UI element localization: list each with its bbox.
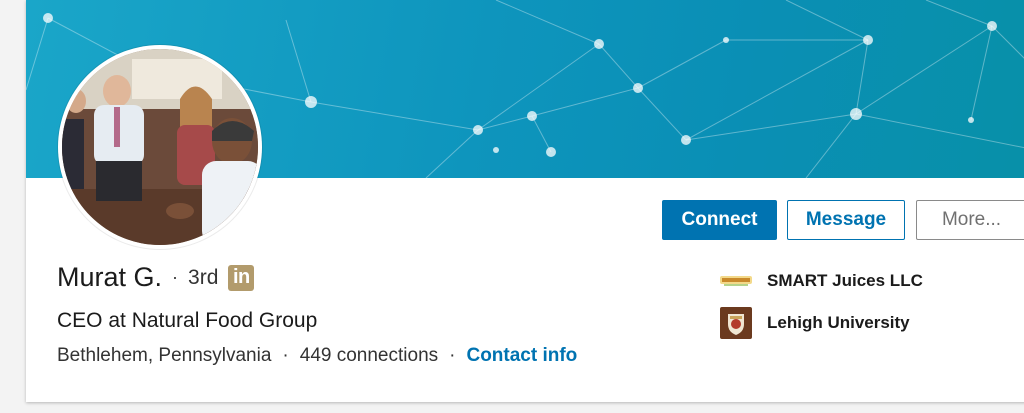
org-name: Lehigh University bbox=[767, 313, 910, 332]
profile-location: Bethlehem, Pennsylvania bbox=[57, 345, 272, 366]
connect-button[interactable]: Connect bbox=[662, 200, 777, 240]
more-button[interactable]: More... bbox=[916, 200, 1024, 240]
org-item-school[interactable]: Lehigh University bbox=[720, 307, 910, 339]
contact-info-link[interactable]: Contact info bbox=[466, 345, 577, 367]
org-item-company[interactable]: SMART Juices LLC bbox=[720, 265, 923, 297]
meta-separator: · bbox=[282, 345, 289, 366]
profile-name: Murat G. bbox=[57, 262, 163, 292]
message-button[interactable]: Message bbox=[787, 200, 905, 240]
linkedin-premium-icon: in bbox=[228, 264, 255, 291]
lehigh-university-crest-icon bbox=[720, 307, 752, 339]
profile-headline: CEO at Natural Food Group bbox=[57, 309, 318, 332]
profile-meta: Bethlehem, Pennsylvania · 449 connection… bbox=[57, 345, 577, 367]
org-name: SMART Juices LLC bbox=[767, 271, 923, 290]
profile-photo bbox=[62, 49, 258, 245]
meta-separator: · bbox=[449, 345, 456, 366]
name-row: Murat G. · 3rd in bbox=[57, 262, 255, 293]
profile-card: Connect Message More... Murat G. · 3rd i… bbox=[26, 0, 1024, 402]
connections-count: 449 connections bbox=[299, 345, 439, 366]
connection-degree: 3rd bbox=[188, 265, 219, 289]
name-separator: · bbox=[172, 267, 179, 287]
avatar[interactable] bbox=[62, 49, 258, 245]
smart-juices-logo-icon bbox=[720, 265, 752, 297]
